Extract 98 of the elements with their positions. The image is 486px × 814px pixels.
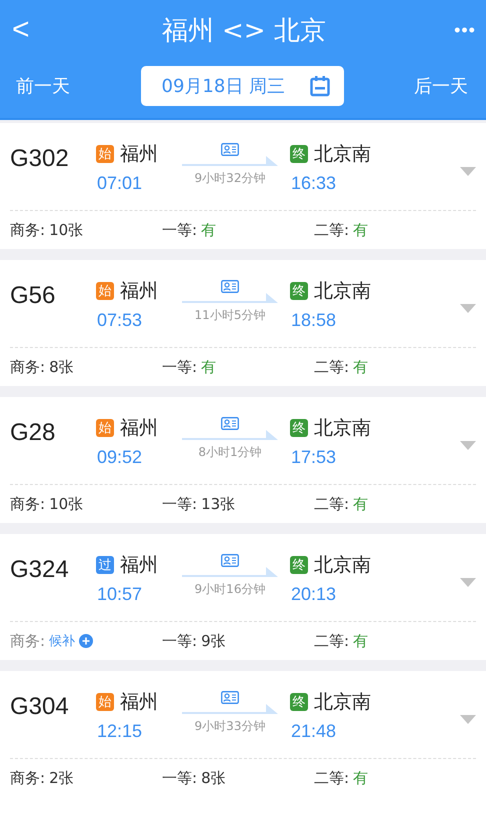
id-card-icon [221,280,239,293]
seat-availability: 9张 [201,632,226,650]
id-card-icon [221,554,239,567]
seat-class-label: 一等: [162,494,198,514]
arrow-icon [182,293,278,305]
trip-duration: 11小时5分钟 [194,307,266,324]
seat-class-label: 商务: [10,494,46,514]
train-time: 20:13 [290,584,338,605]
train-time: 16:33 [290,173,338,194]
station-tag: 始 [96,145,114,163]
expand-caret-icon[interactable] [460,715,476,724]
expand-caret-icon[interactable] [460,304,476,313]
seat-availability: 有 [201,220,216,240]
station-name: 福州 [120,553,158,578]
train-card[interactable]: G324 过 福州 10:57 9小时16分钟 终 北京南 20:13 商务: 候补 一等: 9张 二等: 有 [0,534,486,660]
train-time: 21:48 [290,721,338,742]
trip-duration: 8小时1分钟 [198,444,262,461]
station-tag: 终 [290,282,308,300]
train-number: G304 [10,693,70,721]
seat-class-label: 二等: [314,358,350,376]
station-name: 福州 [120,690,158,715]
trip-duration: 9小时16分钟 [194,581,266,598]
trip-duration: 9小时32分钟 [194,170,266,187]
station-tag: 始 [96,419,114,437]
seat-availability: 有 [353,632,368,650]
train-number: G302 [10,145,70,173]
train-time: 18:58 [290,310,338,331]
seat-class-label: 商务: [10,358,46,376]
train-card[interactable]: G28 始 福州 09:52 8小时1分钟 终 北京南 17:53 商务: 10张 一等: 13张 二等: 有 [0,397,486,523]
seat-availability: 2张 [49,768,74,788]
back-button[interactable]: < [8,13,34,47]
seat-class-label: 商务: [10,220,46,240]
seat-class-label: 一等: [162,632,198,650]
arrow-icon [182,430,278,442]
seat-class-label: 二等: [314,220,350,240]
seat-class-label: 二等: [314,768,350,788]
train-card[interactable]: G302 始 福州 07:01 9小时32分钟 终 北京南 16:33 商务: 10张 一等: 有 二等: 有 [0,123,486,249]
station-tag: 终 [290,556,308,574]
next-day-button[interactable]: 后一天 [414,74,468,98]
station-tag: 始 [96,282,114,300]
station-name: 福州 [120,416,158,441]
seat-availability: 有 [353,358,368,376]
train-time: 12:15 [96,721,144,742]
train-time: 17:53 [290,447,338,468]
train-time: 07:53 [96,310,144,331]
previous-day-button[interactable]: 前一天 [16,74,70,98]
seat-class-label: 一等: [162,220,198,240]
id-card-icon [221,143,239,156]
expand-caret-icon[interactable] [460,578,476,587]
station-tag: 终 [290,145,308,163]
seat-availability[interactable]: 候补 [49,632,76,650]
station-name: 北京南 [314,553,371,578]
seat-availability: 有 [201,358,216,376]
arrow-icon [182,567,278,579]
station-tag: 终 [290,693,308,711]
train-time: 07:01 [96,173,144,194]
station-name: 北京南 [314,690,371,715]
seat-availability: 10张 [49,494,84,514]
train-number: G56 [10,282,56,310]
date-picker[interactable]: 09月18日 周三 [140,66,344,106]
station-name: 福州 [120,279,158,304]
station-name: 北京南 [314,142,371,167]
station-tag: 终 [290,419,308,437]
train-number: G28 [10,419,56,447]
station-name: 北京南 [314,416,371,441]
plus-icon[interactable] [79,634,94,648]
seat-class-label: 二等: [314,494,350,514]
station-tag: 过 [96,556,114,574]
seat-class-label: 商务: [10,632,46,650]
page-title: 福州 <> 北京 [162,14,326,48]
station-name: 北京南 [314,279,371,304]
arrow-icon [182,156,278,168]
seat-class-label: 一等: [162,358,198,376]
expand-caret-icon[interactable] [460,167,476,176]
train-card[interactable]: G56 始 福州 07:53 11小时5分钟 终 北京南 18:58 商务: 8张 一等: 有 二等: 有 [0,260,486,386]
train-time: 10:57 [96,584,144,605]
seat-availability: 有 [353,494,368,514]
seat-availability: 10张 [49,220,84,240]
seat-availability: 13张 [201,494,236,514]
calendar-icon [310,75,330,97]
train-card[interactable]: G304 始 福州 12:15 9小时33分钟 终 北京南 21:48 商务: 2张 一等: 8张 二等: 有 [0,671,486,797]
trip-duration: 9小时33分钟 [194,718,266,735]
seat-class-label: 一等: [162,768,198,788]
train-number: G324 [10,556,70,584]
seat-availability: 有 [353,768,368,788]
seat-availability: 8张 [49,358,74,376]
id-card-icon [221,417,239,430]
seat-class-label: 二等: [314,632,350,650]
seat-availability: 8张 [201,768,226,788]
id-card-icon [221,691,239,704]
seat-class-label: 商务: [10,768,46,788]
train-time: 09:52 [96,447,144,468]
arrow-icon [182,704,278,716]
expand-caret-icon[interactable] [460,441,476,450]
more-button[interactable]: ••• [454,20,476,40]
station-name: 福州 [120,142,158,167]
station-tag: 始 [96,693,114,711]
seat-availability: 有 [353,220,368,240]
